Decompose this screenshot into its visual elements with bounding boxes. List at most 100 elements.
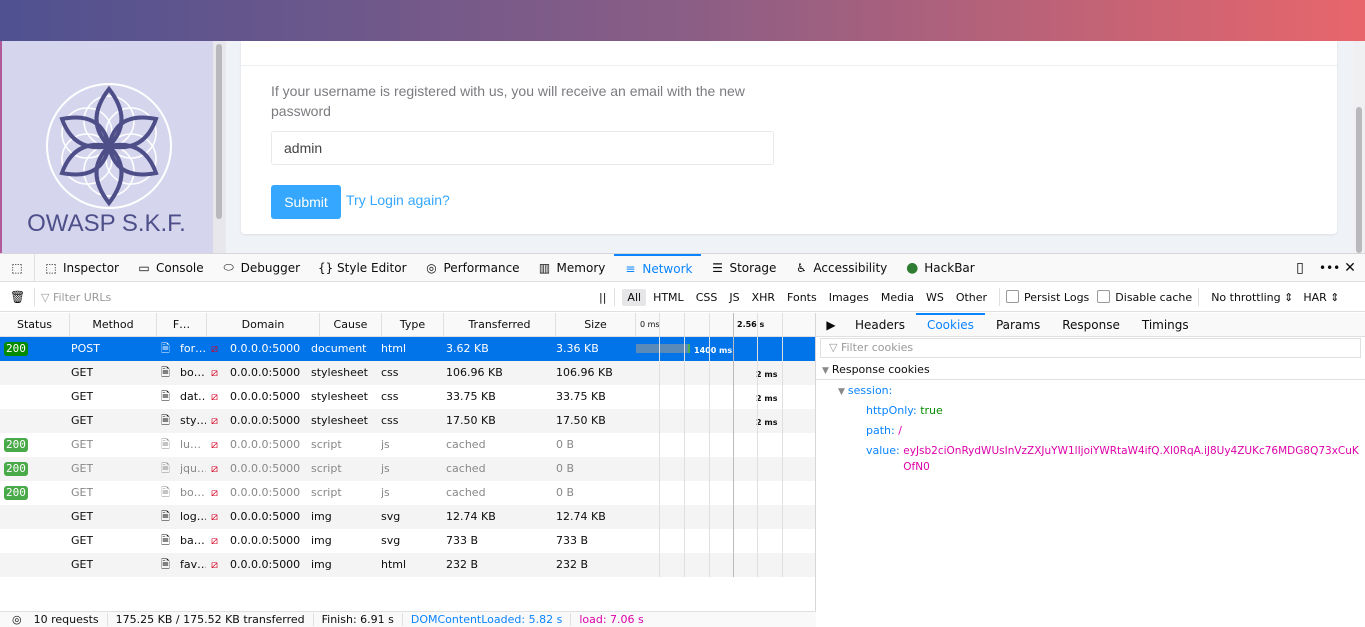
cell-cause: stylesheet [311, 390, 368, 403]
toggle-panel-icon[interactable]: ▶ [824, 318, 838, 332]
cell-cause: img [311, 534, 332, 547]
column-header-status[interactable]: Status [0, 313, 70, 337]
column-header-transferred[interactable]: Transferred [444, 313, 556, 337]
file-icon: 🗎 [161, 390, 170, 403]
tab-label: Console [155, 260, 204, 275]
table-row[interactable]: 200 GET jqu… 0.0.0.0:5000 script js cached 0 B 🗎… [0, 457, 816, 481]
cookie-session[interactable]: ▼ session: [838, 384, 892, 397]
tab-hackbar[interactable]: ● HackBar [896, 254, 983, 282]
har-menu[interactable]: HAR ⇕ [1303, 291, 1339, 304]
element-picker-button[interactable]: ⬚ [0, 253, 35, 282]
tab-inspector[interactable]: ⬚ Inspector [35, 254, 128, 282]
sidebar-scrollbar[interactable] [213, 41, 226, 253]
brand-name: OWASP S.K.F. [27, 210, 186, 237]
column-header-type[interactable]: Type [382, 313, 444, 337]
tab-memory[interactable]: ▥ Memory [529, 254, 615, 282]
filter-css[interactable]: CSS [691, 289, 723, 306]
throttling-select[interactable]: No throttling ⇕ [1211, 291, 1293, 304]
filter-media[interactable]: Media [876, 289, 919, 306]
submit-button[interactable]: Submit [271, 185, 341, 219]
response-cookies-section[interactable]: ▼ Response cookies [816, 360, 1365, 380]
tab-storage[interactable]: ☰ Storage [701, 254, 785, 282]
tab-network[interactable]: ≡ Network [614, 253, 702, 282]
filter-html[interactable]: HTML [648, 289, 689, 306]
table-row[interactable]: GET sty… 0.0.0.0:5000 stylesheet css 17.50 KB… [0, 409, 816, 433]
cell-transferred: 232 B [446, 558, 479, 571]
tab-debugger[interactable]: ⬭ Debugger [213, 254, 309, 282]
filter-images[interactable]: Images [824, 289, 874, 306]
tab-performance[interactable]: ◎ Performance [416, 254, 529, 282]
picker-icon: ⬚ [11, 260, 23, 275]
filter-cookies-input[interactable]: ▽ Filter cookies [820, 338, 1361, 358]
table-row[interactable]: GET fav… 0.0.0.0:5000 img html 232 B 232 B 🗎 ⧄ [0, 553, 816, 577]
panel-tab-response[interactable]: Response [1051, 313, 1131, 337]
table-row[interactable]: GET bo… 0.0.0.0:5000 stylesheet css 106.96 KB… [0, 361, 816, 385]
pause-icon[interactable]: || [599, 291, 606, 304]
tab-accessibility[interactable]: ♿ Accessibility [785, 254, 896, 282]
cell-domain: 0.0.0.0:5000 [230, 558, 301, 571]
table-row[interactable]: GET dat… 0.0.0.0:5000 stylesheet css 33.75 KB… [0, 385, 816, 409]
try-login-link[interactable]: Try Login again? [346, 192, 450, 208]
cell-file: lu… [180, 438, 202, 451]
table-row[interactable]: GET log… 0.0.0.0:5000 img svg 12.74 KB 12.74 K… [0, 505, 816, 529]
tab-label: Performance [443, 260, 520, 275]
responsive-mode-icon[interactable]: ▯ [1293, 260, 1307, 276]
cell-domain: 0.0.0.0:5000 [230, 366, 301, 379]
filter-other[interactable]: Other [951, 289, 992, 306]
cell-method: GET [71, 510, 94, 523]
tab-label: Storage [729, 260, 777, 275]
filter-xhr[interactable]: XHR [747, 289, 780, 306]
username-input[interactable] [271, 131, 774, 165]
column-header-domain[interactable]: Domain [207, 313, 320, 337]
filter-fonts[interactable]: Fonts [782, 289, 822, 306]
cell-cause: script [311, 438, 342, 451]
filter-js[interactable]: JS [724, 289, 744, 306]
insecure-lock-icon: ⧄ [211, 438, 218, 451]
table-row[interactable]: 200 GET bo… 0.0.0.0:5000 script js cached 0 B 🗎 ⧄ [0, 481, 816, 505]
file-icon: 🗎 [161, 534, 170, 547]
hackbar-icon: ● [906, 259, 919, 276]
more-options-icon[interactable]: ••• [1319, 261, 1340, 275]
cell-method: GET [71, 438, 94, 451]
cell-transferred: 106.96 KB [446, 366, 503, 379]
cell-size: 17.50 KB [556, 414, 606, 427]
panel-tab-timings[interactable]: Timings [1131, 313, 1200, 337]
insecure-lock-icon: ⧄ [211, 414, 218, 427]
persist-logs-checkbox[interactable]: Persist Logs [1006, 290, 1089, 304]
cell-file: sty… [180, 414, 206, 427]
disable-cache-checkbox[interactable]: Disable cache [1097, 290, 1192, 304]
table-row[interactable]: GET ba… 0.0.0.0:5000 img svg 733 B 733 B 🗎 ⧄ [0, 529, 816, 553]
panel-tab-cookies[interactable]: Cookies [915, 312, 985, 337]
file-icon: 🗎 [161, 414, 170, 427]
cell-type: js [381, 486, 390, 499]
tab-style-editor[interactable]: {} Style Editor [309, 254, 415, 282]
cell-method: GET [71, 390, 94, 403]
tab-console[interactable]: ▭ Console [128, 254, 213, 282]
cell-transferred: 733 B [446, 534, 479, 547]
cell-domain: 0.0.0.0:5000 [230, 390, 301, 403]
close-icon[interactable]: ✕ [1343, 260, 1357, 276]
page-scrollbar[interactable] [1353, 41, 1365, 253]
trash-icon[interactable]: 🗑 [10, 290, 25, 304]
panel-tab-headers[interactable]: Headers [844, 313, 916, 337]
column-header-method[interactable]: Method [70, 313, 157, 337]
file-icon: 🗎 [161, 462, 170, 475]
table-row[interactable]: 200 POST for… 0.0.0.0:5000 document html 3.62 … [0, 337, 816, 361]
filter-all[interactable]: All [622, 288, 647, 306]
column-header-cause[interactable]: Cause [320, 313, 382, 337]
table-row[interactable]: 200 GET lu… 0.0.0.0:5000 script js cached 0 B 🗎 ⧄ [0, 433, 816, 457]
column-header-size[interactable]: Size [556, 313, 636, 337]
cell-file: ba… [180, 534, 205, 547]
cell-file: log… [180, 510, 206, 523]
performance-analysis-icon[interactable]: ◎ [0, 613, 26, 626]
cell-type: html [381, 342, 407, 355]
info-message: If your username is registered with us, … [271, 83, 745, 119]
owasp-logo-icon [46, 83, 172, 209]
cookie-path: path: / [866, 424, 902, 437]
panel-tab-params[interactable]: Params [985, 313, 1051, 337]
column-header-f[interactable]: F… [157, 313, 207, 337]
cell-domain: 0.0.0.0:5000 [230, 342, 301, 355]
filter-urls-input[interactable]: ▽ Filter URLs [41, 291, 591, 304]
filter-ws[interactable]: WS [921, 289, 949, 306]
cell-type: css [381, 390, 399, 403]
